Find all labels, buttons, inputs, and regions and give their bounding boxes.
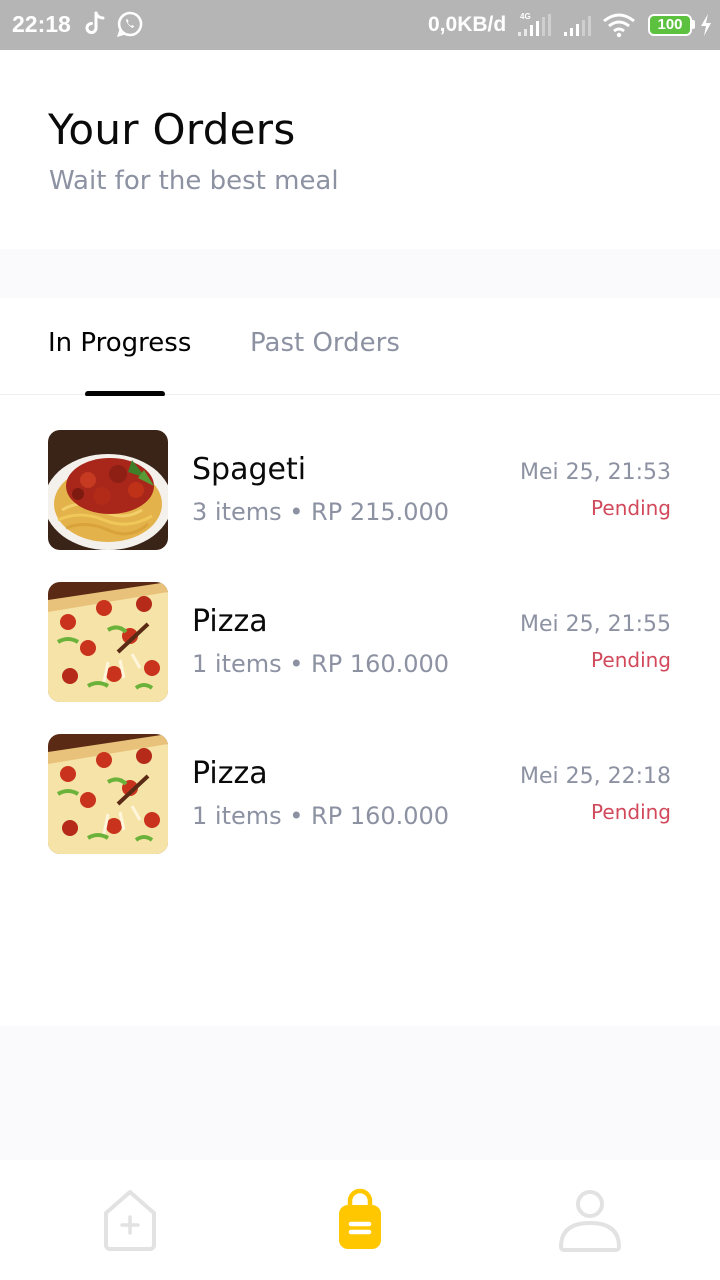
page-header: Your Orders Wait for the best meal xyxy=(0,50,720,249)
order-name: Spageti xyxy=(192,452,307,487)
order-date: Mei 25, 21:53 xyxy=(519,460,671,485)
status-bar: 22:18 0,0KB/d 4G 100 xyxy=(0,0,720,50)
tiktok-icon xyxy=(82,10,106,42)
order-name: Pizza xyxy=(192,756,268,791)
order-price: RP 160.000 xyxy=(311,802,450,830)
order-item[interactable]: Pizza 1 items • RP 160.000 Mei 25, 22:18… xyxy=(0,734,720,854)
order-summary: 3 items • RP 215.000 xyxy=(192,498,450,526)
order-quantity: 1 items xyxy=(192,650,282,678)
nav-orders-button[interactable] xyxy=(327,1185,393,1255)
order-price: RP 215.000 xyxy=(311,498,450,526)
page-subtitle: Wait for the best meal xyxy=(49,166,339,196)
user-icon xyxy=(559,1190,621,1252)
order-quantity: 1 items xyxy=(192,802,282,830)
nav-home-button[interactable] xyxy=(97,1185,163,1255)
order-summary: 1 items • RP 160.000 xyxy=(192,650,450,678)
pizza-image xyxy=(48,734,168,854)
order-status: Pending xyxy=(591,496,671,520)
page-title: Your Orders xyxy=(48,105,296,154)
order-list: Spageti 3 items • RP 215.000 Mei 25, 21:… xyxy=(0,396,720,1026)
signal-icon: 4G xyxy=(516,12,558,42)
signal-icon-2 xyxy=(562,12,596,42)
order-tabs: In Progress Past Orders xyxy=(0,298,720,397)
order-date: Mei 25, 22:18 xyxy=(519,764,671,789)
bottom-navigation xyxy=(0,1160,720,1280)
order-status: Pending xyxy=(591,800,671,824)
battery-tip xyxy=(692,20,695,29)
charging-icon xyxy=(699,13,713,41)
order-item[interactable]: Spageti 3 items • RP 215.000 Mei 25, 21:… xyxy=(0,430,720,550)
tab-past-orders[interactable]: Past Orders xyxy=(250,328,400,358)
status-time: 22:18 xyxy=(12,11,71,37)
order-quantity: 3 items xyxy=(192,498,282,526)
order-date: Mei 25, 21:55 xyxy=(519,612,671,637)
section-divider xyxy=(0,249,720,298)
network-speed: 0,0KB/d xyxy=(428,13,507,36)
battery-icon: 100 xyxy=(648,14,692,36)
tab-in-progress[interactable]: In Progress xyxy=(48,328,191,358)
spaghetti-image xyxy=(48,430,168,550)
order-price: RP 160.000 xyxy=(311,650,450,678)
wifi-icon xyxy=(602,12,636,42)
pizza-image xyxy=(48,582,168,702)
network-type: 4G xyxy=(520,12,531,21)
whatsapp-icon xyxy=(116,10,144,42)
content-footer-band xyxy=(0,1026,720,1160)
order-item[interactable]: Pizza 1 items • RP 160.000 Mei 25, 21:55… xyxy=(0,582,720,702)
order-status: Pending xyxy=(591,648,671,672)
home-plus-icon xyxy=(104,1190,156,1251)
shopping-bag-icon xyxy=(339,1188,381,1249)
order-name: Pizza xyxy=(192,604,268,639)
nav-profile-button[interactable] xyxy=(557,1185,623,1255)
order-summary: 1 items • RP 160.000 xyxy=(192,802,450,830)
